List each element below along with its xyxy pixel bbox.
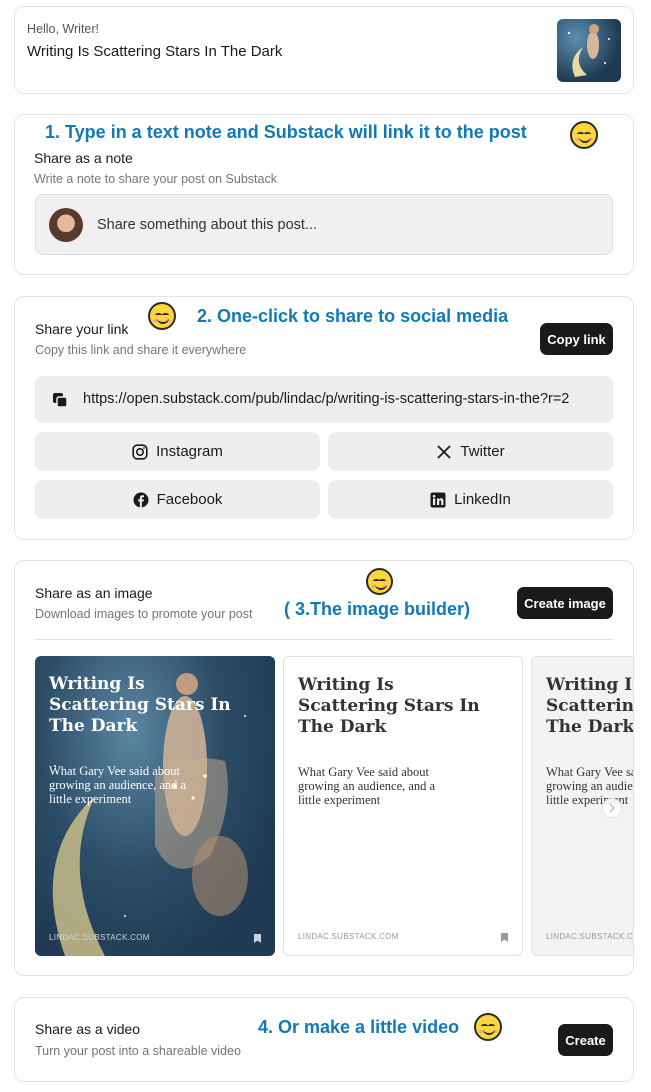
- smiley-emoji-icon: [570, 121, 598, 149]
- twitter-label: Twitter: [460, 443, 505, 460]
- note-label: Share as a note: [34, 150, 133, 166]
- image-card-subtitle: What Gary Vee said about growing an audi…: [298, 765, 436, 807]
- copy-icon[interactable]: [52, 392, 68, 408]
- note-description: Write a note to share your post on Subst…: [34, 172, 277, 186]
- copy-link-button[interactable]: Copy link: [540, 323, 613, 355]
- video-label: Share as a video: [35, 1021, 141, 1037]
- link-url-field[interactable]: https://open.substack.com/pub/lindac/p/w…: [35, 376, 613, 423]
- note-input[interactable]: Share something about this post...: [35, 194, 613, 255]
- link-url-text: https://open.substack.com/pub/lindac/p/w…: [83, 391, 570, 407]
- video-description: Turn your post into a shareable video: [35, 1044, 241, 1058]
- share-image-card: Share as an image Download images to pro…: [14, 560, 634, 976]
- annotation-link: 2. One-click to share to social media: [197, 306, 509, 326]
- image-template-card[interactable]: Writing Is Scattering Stars In The Dark …: [283, 656, 523, 956]
- bookmark-icon: [254, 934, 261, 943]
- share-link-card: 2. One-click to share to social media Sh…: [14, 296, 634, 540]
- chevron-right-icon: [609, 803, 615, 813]
- facebook-icon: [133, 492, 149, 508]
- post-header-card: Hello, Writer! Writing Is Scattering Sta…: [14, 6, 634, 94]
- post-thumbnail: [557, 19, 621, 82]
- image-card-title: Writing Is Scattering Stars In The Dark: [298, 675, 480, 737]
- create-video-button[interactable]: Create: [558, 1024, 613, 1056]
- create-image-button[interactable]: Create image: [517, 587, 613, 619]
- image-card-footer: LINDAC.SUBSTACK.COM: [49, 933, 150, 942]
- annotation-note: 1. Type in a text note and Substack will…: [45, 122, 527, 142]
- greeting-text: Hello, Writer!: [27, 22, 100, 36]
- carousel-next-button[interactable]: [602, 798, 622, 818]
- image-description: Download images to promote your post: [35, 607, 253, 621]
- share-linkedin-button[interactable]: LinkedIn: [328, 480, 613, 519]
- image-card-title: Writing Is Scattering Stars In The Dark: [49, 674, 231, 736]
- share-facebook-button[interactable]: Facebook: [35, 480, 320, 519]
- image-card-footer: LINDAC.SUBSTACK.COM: [298, 932, 399, 941]
- image-card-subtitle: What Gary Vee said about growing an audi…: [546, 765, 633, 807]
- smiley-emoji-icon: [474, 1013, 502, 1041]
- smiley-emoji-icon: [366, 568, 393, 595]
- smiley-emoji-icon: [148, 302, 176, 330]
- note-placeholder: Share something about this post...: [97, 217, 318, 233]
- divider: [35, 639, 613, 640]
- instagram-icon: [132, 443, 148, 460]
- share-instagram-button[interactable]: Instagram: [35, 432, 320, 471]
- x-twitter-icon: [437, 444, 452, 459]
- share-note-card: 1. Type in a text note and Substack will…: [14, 114, 634, 275]
- post-title: Writing Is Scattering Stars In The Dark: [27, 43, 283, 60]
- annotation-video: 4. Or make a little video: [258, 1017, 460, 1037]
- image-card-footer: LINDAC.SUBSTACK.COM: [546, 932, 634, 941]
- facebook-label: Facebook: [156, 491, 223, 508]
- linkedin-icon: [430, 492, 446, 507]
- image-label: Share as an image: [35, 585, 153, 601]
- share-video-card: Share as a video Turn your post into a s…: [14, 997, 634, 1082]
- link-label: Share your link: [35, 321, 129, 337]
- bookmark-icon: [501, 933, 508, 942]
- annotation-image: ( 3.The image builder): [284, 599, 471, 619]
- image-card-subtitle: What Gary Vee said about growing an audi…: [49, 764, 187, 806]
- image-template-card[interactable]: Writing Is Scattering Stars In The Dark …: [35, 656, 275, 956]
- share-twitter-button[interactable]: Twitter: [328, 432, 613, 471]
- image-card-title: Writing Is Scattering Stars In The Dark: [546, 675, 634, 737]
- avatar: [49, 208, 83, 242]
- linkedin-label: LinkedIn: [454, 491, 511, 508]
- link-description: Copy this link and share it everywhere: [35, 343, 247, 357]
- instagram-label: Instagram: [156, 443, 223, 460]
